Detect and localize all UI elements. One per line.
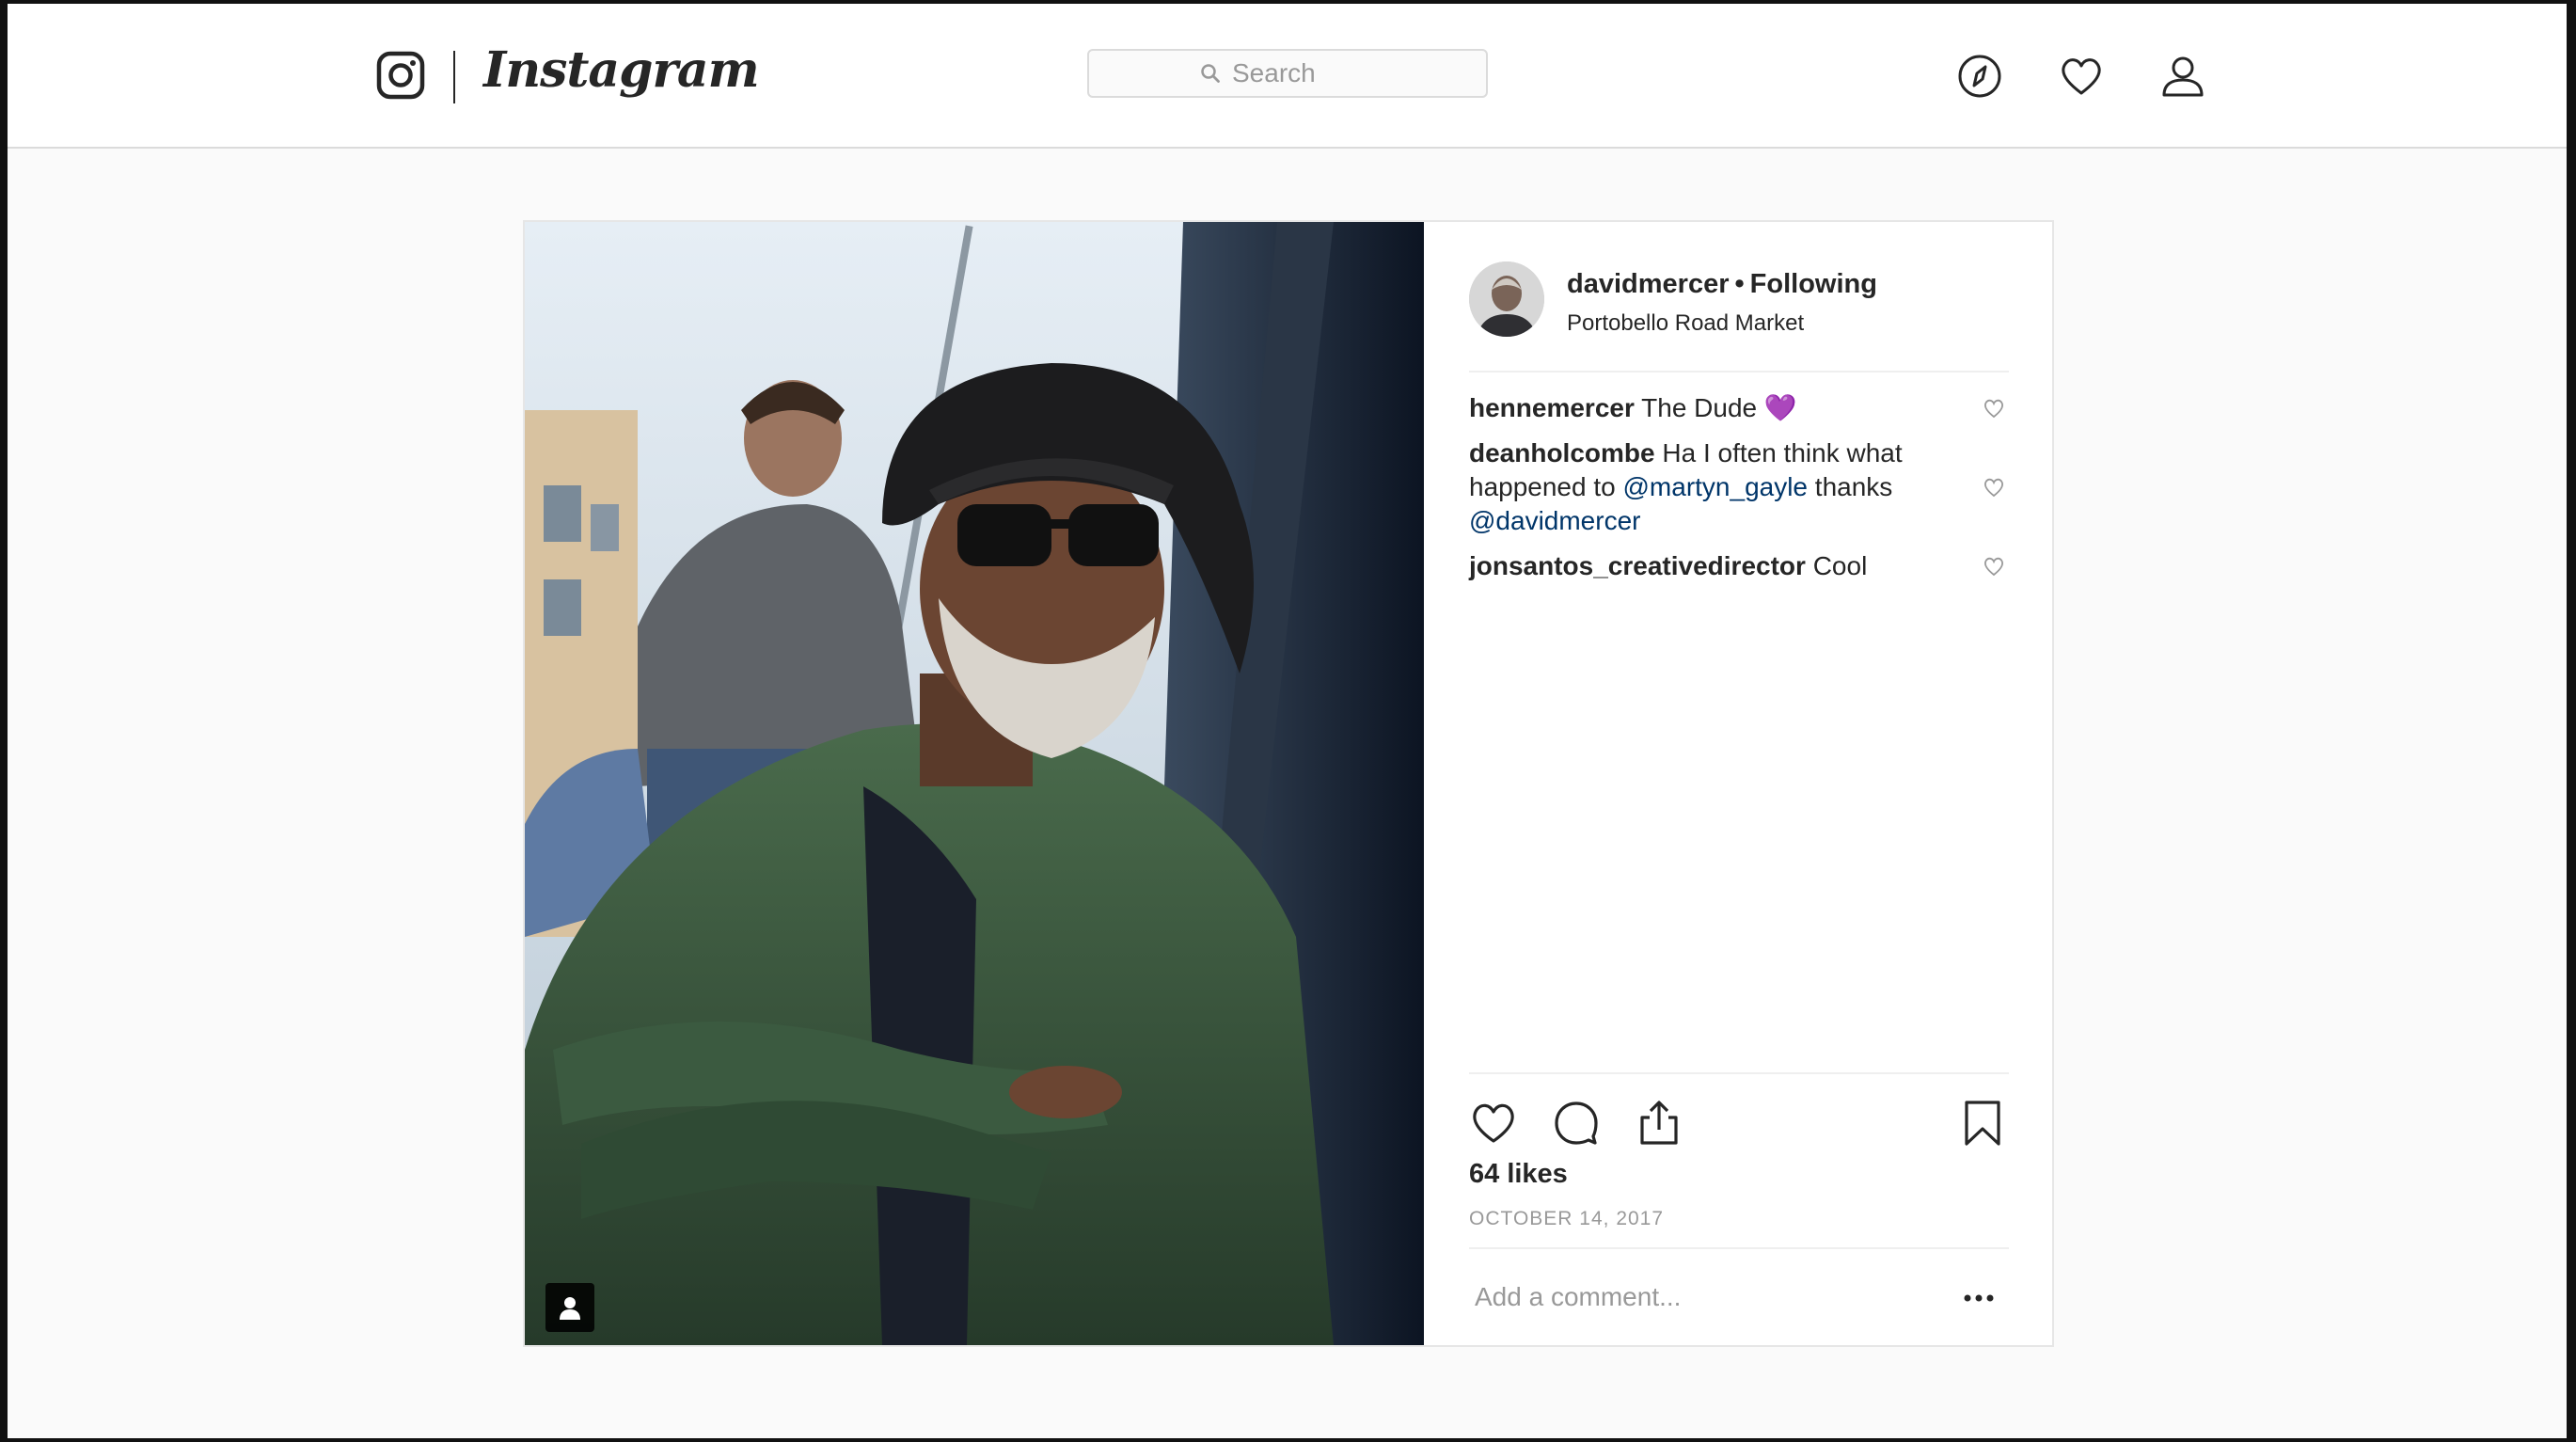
tagged-user-icon bbox=[560, 1297, 580, 1320]
comment-text: thanks bbox=[1808, 472, 1893, 501]
post-sidebar: davidmercer • Following Portobello Road Ma… bbox=[1424, 222, 2052, 1345]
avatar[interactable] bbox=[1469, 261, 1544, 337]
search-input[interactable] bbox=[1230, 57, 1375, 89]
comment-like-icon[interactable] bbox=[1983, 555, 2005, 578]
comments-list: hennemercer The Dude 💜 deanholcombe Ha I… bbox=[1469, 391, 2009, 594]
post-location[interactable]: Portobello Road Market bbox=[1567, 310, 1804, 337]
add-comment-input[interactable] bbox=[1473, 1281, 1909, 1313]
comment-emoji: 💜 bbox=[1763, 393, 1797, 422]
following-button[interactable]: Following bbox=[1750, 269, 1877, 299]
comment-item: jonsantos_creativedirector Cool bbox=[1469, 549, 2009, 583]
bookmark-icon[interactable] bbox=[1958, 1099, 2007, 1148]
comment-mention[interactable]: @davidmercer bbox=[1469, 506, 1640, 535]
tagged-user-badge[interactable] bbox=[545, 1283, 594, 1332]
comment-like-icon[interactable] bbox=[1983, 476, 2005, 499]
browser-window: Instagram Search davidmercer • Following… bbox=[8, 4, 2567, 1438]
comment-like-icon[interactable] bbox=[1983, 397, 2005, 420]
like-heart-icon[interactable] bbox=[1469, 1099, 1518, 1148]
comment-icon[interactable] bbox=[1552, 1099, 1601, 1148]
instagram-glyph-icon[interactable] bbox=[376, 51, 425, 100]
author-username[interactable]: davidmercer bbox=[1567, 269, 1730, 299]
comment-username[interactable]: jonsantos_creativedirector bbox=[1469, 551, 1806, 580]
post-date: OCTOBER 14, 2017 bbox=[1469, 1208, 1665, 1229]
author-line: davidmercer • Following bbox=[1567, 269, 1877, 300]
comment-username[interactable]: deanholcombe bbox=[1469, 438, 1655, 467]
separator-dot: • bbox=[1734, 269, 1745, 299]
explore-compass-icon[interactable] bbox=[1956, 53, 2003, 100]
likes-count[interactable]: 64 likes bbox=[1469, 1159, 1568, 1190]
post-header: davidmercer • Following Portobello Road Ma… bbox=[1469, 258, 2009, 372]
comment-username[interactable]: hennemercer bbox=[1469, 393, 1635, 422]
logo-divider bbox=[453, 51, 455, 103]
profile-icon[interactable] bbox=[2159, 53, 2206, 100]
comment-item: hennemercer The Dude 💜 bbox=[1469, 391, 2009, 425]
search-icon bbox=[1201, 64, 1220, 83]
comment-item: deanholcombe Ha I often think what happe… bbox=[1469, 436, 2009, 538]
instagram-wordmark[interactable]: Instagram bbox=[483, 41, 760, 99]
comment-text: Cool bbox=[1805, 551, 1868, 580]
comment-text: The Dude bbox=[1634, 393, 1764, 422]
post-actions bbox=[1469, 1072, 2009, 1146]
post-card: davidmercer • Following Portobello Road Ma… bbox=[523, 220, 2054, 1347]
search-box[interactable] bbox=[1087, 49, 1488, 98]
top-nav: Instagram bbox=[8, 4, 2567, 149]
post-photo[interactable] bbox=[525, 222, 1424, 1345]
add-comment-section bbox=[1469, 1247, 2009, 1347]
more-options-icon[interactable] bbox=[1960, 1287, 1998, 1309]
heart-icon[interactable] bbox=[2058, 53, 2105, 100]
share-icon[interactable] bbox=[1635, 1099, 1683, 1148]
comment-mention[interactable]: @martyn_gayle bbox=[1623, 472, 1809, 501]
